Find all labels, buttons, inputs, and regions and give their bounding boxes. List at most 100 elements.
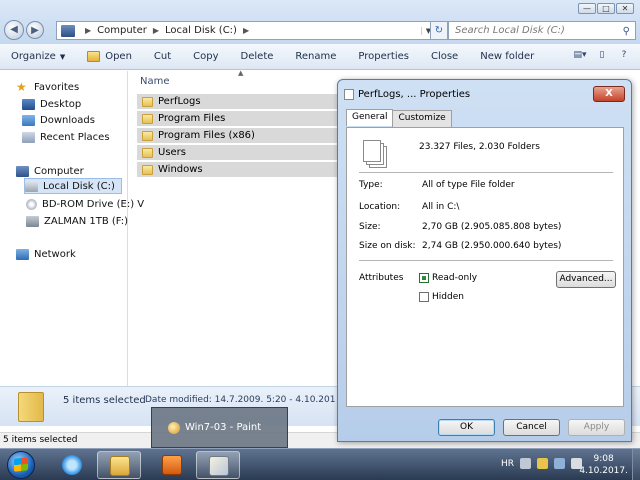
maximize-button[interactable]: □ — [597, 3, 615, 14]
divider — [359, 260, 613, 261]
file-item[interactable]: PerfLogs — [137, 94, 337, 109]
nav-network[interactable]: Network — [16, 246, 76, 262]
chevron-down-icon: ▼ — [59, 52, 66, 61]
cancel-button[interactable]: Cancel — [503, 419, 560, 436]
folder-icon — [142, 147, 153, 158]
file-item[interactable]: Windows — [137, 162, 337, 177]
folder-icon — [18, 392, 44, 422]
network-status-icon[interactable] — [554, 458, 565, 469]
column-header-name[interactable]: Name — [140, 76, 170, 87]
readonly-label: Read-only — [432, 273, 478, 283]
nav-bd-rom[interactable]: BD-ROM Drive (E:) V — [26, 196, 144, 212]
nav-label: Computer — [34, 165, 84, 177]
size-on-disk-label: Size on disk: — [359, 241, 416, 251]
file-item[interactable]: Users — [137, 145, 337, 160]
paint-icon — [168, 421, 180, 434]
cut-button[interactable]: Cut — [143, 46, 182, 68]
open-button[interactable]: Open — [76, 46, 143, 68]
hard-drive-icon — [25, 180, 38, 192]
taskbar-thumbnail[interactable]: Win7-03 - Paint — [151, 407, 288, 448]
breadcrumb-computer[interactable]: Computer — [97, 25, 147, 36]
search-icon[interactable]: ⚲ — [623, 23, 630, 40]
preview-pane-icon[interactable]: ▯ — [594, 50, 610, 64]
close-button[interactable]: ✕ — [616, 3, 634, 14]
type-value: All of type File folder — [422, 180, 515, 190]
properties-dialog: PerfLogs, ... Properties X General Custo… — [337, 79, 632, 442]
taskbar-paint[interactable] — [196, 451, 240, 479]
nav-label: Desktop — [40, 98, 82, 110]
refresh-button[interactable]: ↻ — [430, 21, 448, 40]
size-on-disk-value: 2,74 GB (2.950.000.640 bytes) — [422, 241, 562, 251]
file-item[interactable]: Program Files — [137, 111, 337, 126]
window-controls: — □ ✕ — [578, 3, 634, 14]
hidden-label: Hidden — [432, 292, 464, 302]
readonly-checkbox[interactable]: Read-only — [419, 273, 477, 283]
nav-computer[interactable]: Computer — [16, 163, 84, 179]
file-name: Windows — [158, 164, 203, 175]
minimize-button[interactable]: — — [578, 3, 596, 14]
nav-desktop[interactable]: Desktop — [22, 96, 81, 112]
new-folder-button[interactable]: New folder — [469, 46, 545, 68]
folder-icon — [142, 96, 153, 107]
clock[interactable]: 9:08 4.10.2017. — [579, 453, 628, 477]
file-name: Program Files — [158, 113, 226, 124]
sort-indicator-icon: ▲ — [238, 69, 244, 77]
chevron-right-icon: ▶ — [152, 26, 160, 35]
nav-favorites[interactable]: ★ Favorites — [16, 79, 79, 95]
system-tray: HR — [501, 458, 582, 469]
start-button[interactable] — [2, 450, 40, 480]
files-icon — [363, 140, 381, 162]
navigation-pane: ★ Favorites Desktop Downloads Recent Pla… — [0, 71, 144, 386]
document-icon — [344, 89, 354, 100]
windows-logo-icon — [14, 457, 28, 472]
nav-zalman[interactable]: ZALMAN 1TB (F:) — [26, 213, 128, 229]
rename-button[interactable]: Rename — [284, 46, 347, 68]
date-modified: Date modified: 14.7.2009. 5:20 - 4.10.20… — [145, 395, 335, 405]
folder-icon — [142, 130, 153, 141]
language-indicator[interactable]: HR — [501, 459, 514, 469]
nav-label: Network — [34, 248, 76, 260]
nav-local-disk[interactable]: Local Disk (C:) — [24, 178, 122, 194]
nav-label: Recent Places — [40, 131, 110, 143]
folder-icon — [142, 113, 153, 124]
folder-icon — [142, 164, 153, 175]
delete-button[interactable]: Delete — [230, 46, 285, 68]
desktop-icon — [22, 98, 35, 110]
tab-customize[interactable]: Customize — [392, 110, 452, 127]
nav-downloads[interactable]: Downloads — [22, 112, 95, 128]
internet-explorer-icon — [62, 455, 82, 475]
folder-icon — [110, 456, 130, 476]
action-center-flag-icon[interactable] — [537, 458, 548, 469]
nav-label: BD-ROM Drive (E:) V — [42, 198, 145, 210]
properties-button[interactable]: Properties — [347, 46, 420, 68]
command-bar: Organize ▼ Open Cut Copy Delete Rename P… — [0, 44, 640, 70]
apply-button[interactable]: Apply — [568, 419, 625, 436]
computer-icon — [61, 24, 75, 37]
thumbnail-label: Win7-03 - Paint — [185, 422, 262, 433]
close-toolbar-button[interactable]: Close — [420, 46, 469, 68]
divider — [359, 172, 613, 173]
back-button[interactable]: ◀ — [4, 20, 24, 40]
taskbar-explorer[interactable] — [97, 451, 141, 479]
taskbar-internet-explorer[interactable] — [50, 451, 94, 479]
address-bar[interactable]: ▶ Computer ▶ Local Disk (C:) ▶ ▼ — [56, 21, 436, 40]
hidden-checkbox[interactable]: Hidden — [419, 292, 464, 302]
show-desktop-button[interactable] — [632, 449, 640, 480]
nav-recent-places[interactable]: Recent Places — [22, 129, 110, 145]
dialog-title: PerfLogs, ... Properties — [358, 89, 471, 100]
breadcrumb-local-disk[interactable]: Local Disk (C:) — [165, 25, 237, 36]
dialog-close-button[interactable]: X — [593, 86, 625, 102]
taskbar-media-player[interactable] — [150, 451, 194, 479]
view-options-icon[interactable]: ▤▾ — [572, 50, 588, 64]
help-icon[interactable]: ? — [616, 50, 632, 64]
organize-button[interactable]: Organize ▼ — [0, 46, 76, 68]
copy-button[interactable]: Copy — [182, 46, 229, 68]
ok-button[interactable]: OK — [438, 419, 495, 436]
forward-button[interactable]: ▶ — [26, 21, 44, 39]
downloads-icon — [22, 114, 35, 126]
advanced-button[interactable]: Advanced... — [556, 271, 616, 288]
file-item[interactable]: Program Files (x86) — [137, 128, 337, 143]
search-input[interactable]: Search Local Disk (C:) ⚲ — [448, 21, 636, 40]
show-hidden-icons-icon[interactable] — [520, 458, 531, 469]
tab-general[interactable]: General — [346, 109, 394, 126]
